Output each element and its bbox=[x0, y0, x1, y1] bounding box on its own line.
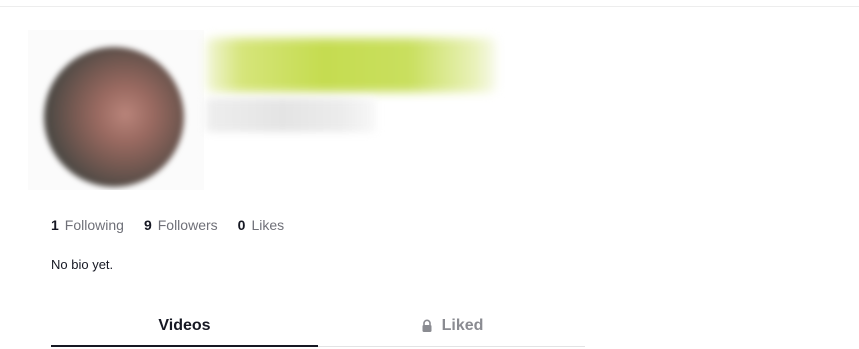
redacted-username bbox=[206, 98, 376, 132]
redacted-display-name bbox=[206, 38, 496, 92]
tab-videos[interactable]: Videos bbox=[51, 304, 318, 348]
stat-following[interactable]: 1 Following bbox=[51, 217, 124, 233]
avatar bbox=[44, 47, 184, 187]
tab-videos-label: Videos bbox=[158, 317, 211, 334]
stat-likes: 0 Likes bbox=[238, 217, 284, 233]
active-tab-indicator bbox=[51, 345, 318, 347]
stat-likes-label: Likes bbox=[251, 217, 285, 233]
lock-icon bbox=[422, 319, 432, 332]
profile-stats: 1 Following 9 Followers 0 Likes bbox=[51, 217, 304, 233]
stat-followers[interactable]: 9 Followers bbox=[144, 217, 218, 233]
stat-following-count: 1 bbox=[51, 217, 59, 233]
header-divider bbox=[0, 6, 859, 7]
stat-followers-count: 9 bbox=[143, 217, 152, 233]
tab-liked[interactable]: Liked bbox=[318, 304, 585, 348]
profile-name-block bbox=[206, 34, 506, 132]
stat-following-label: Following bbox=[64, 217, 124, 233]
profile-bio: No bio yet. bbox=[51, 257, 114, 272]
stat-likes-count: 0 bbox=[237, 217, 246, 233]
tab-liked-label: Liked bbox=[441, 317, 484, 334]
profile-tabs: Videos Liked bbox=[51, 304, 585, 348]
stat-followers-label: Followers bbox=[157, 217, 218, 233]
avatar-container bbox=[28, 30, 204, 190]
